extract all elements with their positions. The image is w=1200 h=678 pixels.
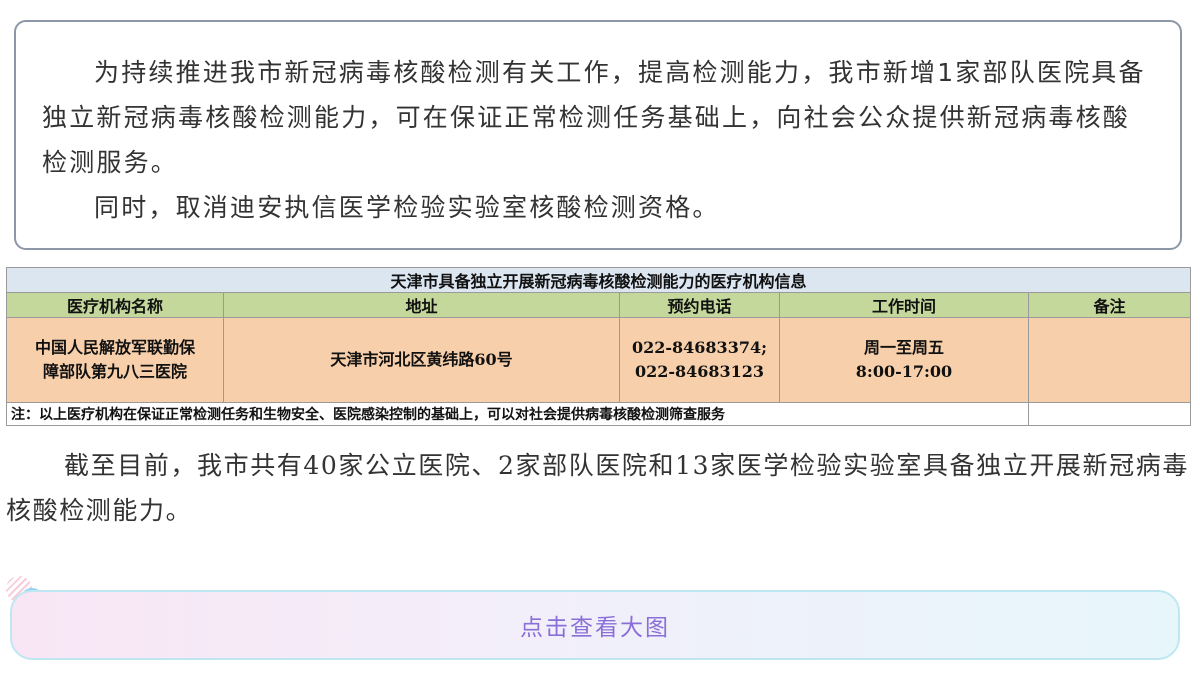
cell-remark [1027, 317, 1192, 403]
table-title: 天津市具备独立开展新冠病毒核酸检测能力的医疗机构信息 [5, 267, 1192, 293]
hospital-info-table: 天津市具备独立开展新冠病毒核酸检测能力的医疗机构信息 医疗机构名称 地址 预约电… [5, 267, 1192, 426]
cell-phone: 022-84683374; 022-84683123 [619, 317, 780, 403]
cell-address: 天津市河北区黄纬路60号 [223, 317, 620, 403]
column-header-hours: 工作时间 [779, 292, 1029, 318]
cell-hospital-name: 中国人民解放军联勤保 障部队第九八三医院 [6, 317, 224, 403]
hospital-name-line-1: 中国人民解放军联勤保 [34, 338, 195, 357]
table-note: 注：以上医疗机构在保证正常检测任务和生物安全、医院感染控制的基础上，可以对社会提… [6, 402, 1029, 426]
phone-line-2: 022-84683123 [634, 362, 765, 381]
table-note-empty-cell [1027, 402, 1192, 426]
column-header-address: 地址 [223, 292, 620, 318]
view-larger-image-button[interactable]: 点击查看大图 [10, 590, 1180, 660]
hospital-name-line-2: 障部队第九八三医院 [42, 362, 187, 381]
column-header-name: 医疗机构名称 [6, 292, 224, 318]
notice-paragraph-2: 同时，取消迪安执信医学检验实验室核酸检测资格。 [94, 193, 720, 222]
summary-paragraph: 截至目前，我市共有40家公立医院、2家部队医院和13家医学检验实验室具备独立开展… [6, 451, 1189, 525]
phone-line-1: 022-84683374; [631, 338, 767, 357]
hours-line-1: 周一至周五 [863, 338, 944, 357]
column-header-remark: 备注 [1027, 292, 1192, 318]
table-row: 中国人民解放军联勤保 障部队第九八三医院 天津市河北区黄纬路60号 022-84… [6, 317, 1192, 403]
view-larger-image-label: 点击查看大图 [520, 615, 670, 641]
cell-hours: 周一至周五 8:00-17:00 [779, 317, 1029, 403]
notice-box: 为持续推进我市新冠病毒核酸检测有关工作，提高检测能力，我市新增1家部队医院具备独… [14, 20, 1182, 250]
notice-paragraph-1: 为持续推进我市新冠病毒核酸检测有关工作，提高检测能力，我市新增1家部队医院具备独… [42, 58, 1146, 177]
hours-line-2: 8:00-17:00 [855, 362, 953, 381]
column-header-phone: 预约电话 [619, 292, 780, 318]
